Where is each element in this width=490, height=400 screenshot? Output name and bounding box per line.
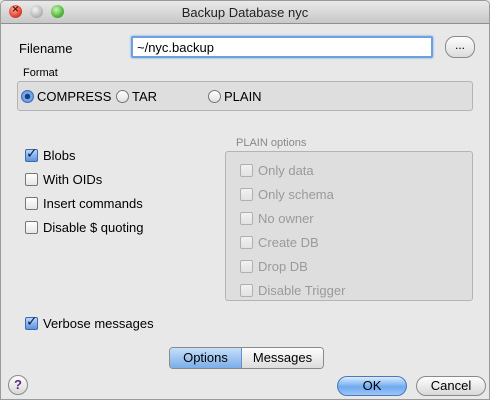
create-db-label: Create DB <box>258 235 319 250</box>
plain-options-caption: PLAIN options <box>236 137 307 149</box>
ok-button[interactable]: OK <box>337 376 407 396</box>
format-compress-radio[interactable]: COMPRESS <box>21 89 111 104</box>
format-tar-label: TAR <box>132 89 158 104</box>
tab-options[interactable]: Options <box>170 348 242 368</box>
checkbox-checked-icon <box>25 146 38 162</box>
radio-selected-icon <box>21 90 34 103</box>
checkbox-disabled-icon <box>240 284 253 297</box>
only-schema-checkbox[interactable]: Only schema <box>240 187 334 202</box>
no-owner-checkbox[interactable]: No owner <box>240 211 314 226</box>
checkbox-unchecked-icon <box>25 221 38 234</box>
tab-messages[interactable]: Messages <box>242 348 323 368</box>
checkbox-disabled-icon <box>240 164 253 177</box>
insert-commands-label: Insert commands <box>43 196 143 211</box>
insert-commands-checkbox[interactable]: Insert commands <box>25 196 143 211</box>
checkbox-checked-icon <box>25 314 38 330</box>
plain-options-group: Only data Only schema No owner Create DB… <box>225 151 473 301</box>
checkbox-unchecked-icon <box>25 197 38 210</box>
checkbox-unchecked-icon <box>25 173 38 186</box>
only-data-label: Only data <box>258 163 314 178</box>
window-title: Backup Database nyc <box>181 5 309 20</box>
filename-label: Filename <box>19 41 73 56</box>
tab-bar: Options Messages <box>169 347 324 369</box>
radio-unselected-icon <box>208 90 221 103</box>
no-owner-label: No owner <box>258 211 314 226</box>
cancel-button[interactable]: Cancel <box>416 376 486 396</box>
only-data-checkbox[interactable]: Only data <box>240 163 314 178</box>
checkbox-disabled-icon <box>240 236 253 249</box>
checkbox-disabled-icon <box>240 260 253 273</box>
disable-trigger-checkbox[interactable]: Disable Trigger <box>240 283 345 298</box>
blobs-label: Blobs <box>43 148 76 163</box>
format-plain-label: PLAIN <box>224 89 262 104</box>
disable-quoting-checkbox[interactable]: Disable $ quoting <box>25 220 143 235</box>
filename-input[interactable] <box>131 36 433 58</box>
format-compress-label: COMPRESS <box>37 89 112 104</box>
browse-button[interactable]: ... <box>445 36 475 58</box>
with-oids-label: With OIDs <box>43 172 103 187</box>
help-button[interactable]: ? <box>8 375 28 395</box>
create-db-checkbox[interactable]: Create DB <box>240 235 319 250</box>
format-radio-group: COMPRESS TAR PLAIN <box>17 81 473 111</box>
drop-db-label: Drop DB <box>258 259 308 274</box>
checkbox-disabled-icon <box>240 212 253 225</box>
blobs-checkbox[interactable]: Blobs <box>25 146 76 163</box>
title-bar: × Backup Database nyc <box>1 1 489 24</box>
verbose-messages-label: Verbose messages <box>43 316 154 331</box>
with-oids-checkbox[interactable]: With OIDs <box>25 172 102 187</box>
drop-db-checkbox[interactable]: Drop DB <box>240 259 308 274</box>
backup-dialog: × Backup Database nyc Filename ... Forma… <box>0 0 490 400</box>
only-schema-label: Only schema <box>258 187 334 202</box>
format-caption: Format <box>23 67 58 79</box>
disable-trigger-label: Disable Trigger <box>258 283 346 298</box>
format-tar-radio[interactable]: TAR <box>116 89 157 104</box>
checkbox-disabled-icon <box>240 188 253 201</box>
format-plain-radio[interactable]: PLAIN <box>208 89 262 104</box>
disable-quoting-label: Disable $ quoting <box>43 220 144 235</box>
verbose-messages-checkbox[interactable]: Verbose messages <box>25 314 154 331</box>
radio-unselected-icon <box>116 90 129 103</box>
